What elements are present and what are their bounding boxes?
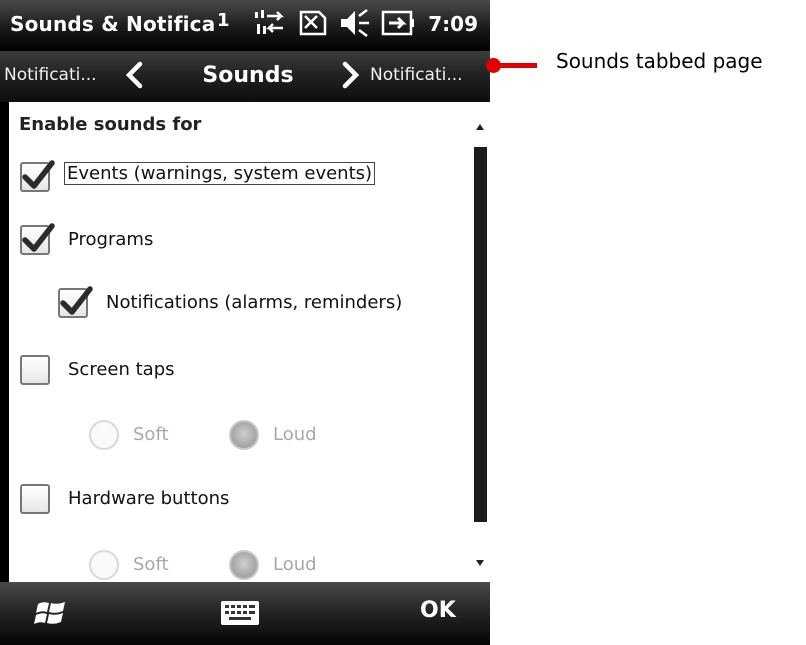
tab-previous[interactable]: Notificati... xyxy=(4,65,97,85)
screen-taps-loud-label: Loud xyxy=(273,424,317,445)
chevron-right-icon[interactable] xyxy=(339,61,361,89)
chevron-left-icon[interactable] xyxy=(124,61,146,89)
hardware-buttons-loud-label: Loud xyxy=(273,554,317,575)
screen-taps-loud-radio[interactable] xyxy=(229,420,259,450)
battery-charging-icon xyxy=(381,10,414,36)
option-events[interactable]: Events (warnings, system events) xyxy=(9,158,469,198)
screen-taps-checkbox[interactable] xyxy=(20,355,50,385)
tab-sounds[interactable]: Sounds xyxy=(170,63,326,88)
programs-checkbox[interactable] xyxy=(20,223,55,255)
option-notifications[interactable]: Notifications (alarms, reminders) xyxy=(9,284,469,324)
notifications-label: Notifications (alarms, reminders) xyxy=(106,292,403,313)
callout-label: Sounds tabbed page xyxy=(556,49,763,73)
scroll-up-arrow-icon[interactable] xyxy=(475,122,485,132)
option-screen-taps[interactable]: Screen taps xyxy=(9,351,469,391)
scrollbar-thumb[interactable] xyxy=(474,147,487,522)
screen-taps-soft-radio[interactable] xyxy=(89,420,119,450)
ok-button[interactable]: OK xyxy=(420,598,456,623)
data-transfer-icon xyxy=(255,10,285,34)
settings-panel: Enable sounds for Events (warnings, syst… xyxy=(9,102,471,582)
screen-taps-soft-label: Soft xyxy=(133,424,169,445)
programs-label: Programs xyxy=(68,229,154,250)
tab-bar: Notificati... Sounds Notificati... xyxy=(0,51,490,102)
check-icon xyxy=(60,286,93,315)
tab-next[interactable]: Notificati... xyxy=(370,65,463,85)
scrollbar[interactable] xyxy=(471,102,490,582)
windows-start-icon[interactable] xyxy=(34,596,68,630)
signal-icon: 1 xyxy=(217,10,230,31)
events-label: Events (warnings, system events) xyxy=(64,162,376,185)
check-icon xyxy=(22,223,55,252)
hardware-buttons-checkbox[interactable] xyxy=(20,484,50,514)
hardware-buttons-soft-radio[interactable] xyxy=(89,550,119,580)
screen-taps-label: Screen taps xyxy=(68,359,175,380)
title-bar: Sounds & Notifica 1 7:09 xyxy=(0,0,490,51)
callout-line xyxy=(497,63,537,68)
volume-icon xyxy=(341,9,369,37)
app-title: Sounds & Notifica xyxy=(10,12,216,36)
hardware-buttons-soft-label: Soft xyxy=(133,554,169,575)
check-icon xyxy=(22,160,55,189)
status-icons[interactable]: 1 7:09 xyxy=(215,0,490,51)
notifications-checkbox[interactable] xyxy=(58,286,93,318)
section-heading: Enable sounds for xyxy=(19,114,202,135)
option-hardware-buttons[interactable]: Hardware buttons xyxy=(9,480,469,520)
bottom-bar: OK xyxy=(0,582,490,645)
events-checkbox[interactable] xyxy=(20,160,55,192)
scroll-down-arrow-icon[interactable] xyxy=(475,558,485,568)
no-sim-icon xyxy=(299,10,327,36)
keyboard-icon[interactable] xyxy=(220,600,260,626)
clock: 7:09 xyxy=(428,12,478,36)
option-programs[interactable]: Programs xyxy=(9,221,469,261)
device-screen: Sounds & Notifica 1 7:09 Notificati... S… xyxy=(0,0,490,645)
hardware-buttons-label: Hardware buttons xyxy=(68,488,230,509)
hardware-buttons-loud-radio[interactable] xyxy=(229,550,259,580)
